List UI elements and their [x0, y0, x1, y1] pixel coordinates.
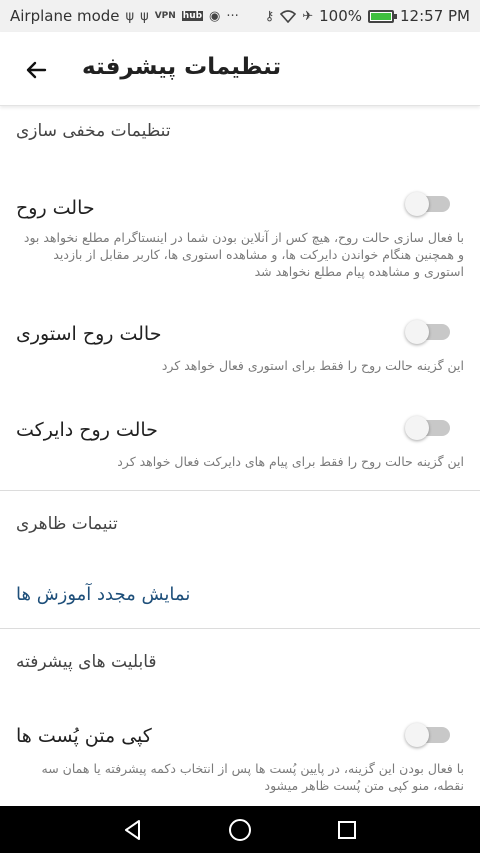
nav-back-icon: [125, 819, 141, 840]
arrow-back-icon: [26, 61, 47, 79]
nav-home-icon: [228, 818, 251, 841]
section-divider: [0, 490, 480, 491]
nav-home-button[interactable]: [220, 810, 260, 850]
notification-icon: ◉: [209, 8, 221, 24]
nav-back-button[interactable]: [113, 810, 153, 850]
app-toolbar: تنظیمات پیشرفته: [0, 32, 480, 106]
key-icon: ⚷: [264, 8, 275, 24]
usb-icon: ψ: [140, 8, 149, 24]
section-header-advanced: قابلیت های پیشرفته: [16, 652, 157, 672]
section-header-hide: تنظیمات مخفی سازی: [16, 121, 171, 141]
show-tutorials-again-link[interactable]: نمایش مجدد آموزش ها: [16, 584, 190, 605]
setting-description: با فعال سازی حالت روح، هیچ کس از آنلاین …: [23, 230, 464, 279]
setting-title: حالت روح: [16, 197, 95, 219]
setting-title: کپی متن پُست ها: [16, 725, 152, 747]
usb-icon: ψ: [125, 8, 135, 24]
vpn-icon: VPN: [154, 11, 176, 21]
page-title: تنظیمات پیشرفته: [82, 54, 282, 80]
setting-description: با فعال بودن این گزینه، در پایین پُست ها…: [41, 761, 464, 793]
status-left: Airplane mode ψ ψ VPN hub ◉ ···: [10, 7, 239, 25]
airplane-icon: ✈: [302, 8, 314, 24]
switch-knob: [405, 723, 429, 747]
status-bar: Airplane mode ψ ψ VPN hub ◉ ··· ⚷ ✈ 100%…: [0, 0, 480, 32]
more-icon: ···: [226, 8, 239, 24]
story-ghost-mode-switch[interactable]: [405, 320, 450, 344]
system-nav-bar: [0, 806, 480, 853]
setting-title: حالت روح دایرکت: [16, 419, 158, 441]
wifi-icon: [280, 10, 297, 23]
section-header-appearance: تنیمات ظاهری: [16, 514, 118, 534]
setting-description: این گزینه حالت روح را فقط برای استوری فع…: [161, 358, 464, 373]
ghost-mode-switch[interactable]: [405, 192, 450, 216]
battery-percent: 100%: [319, 7, 363, 25]
copy-post-text-switch[interactable]: [405, 723, 450, 747]
back-button[interactable]: [18, 52, 54, 88]
clock: 12:57 PM: [400, 7, 470, 25]
section-divider: [0, 628, 480, 629]
setting-description: این گزینه حالت روح را فقط برای پیام های …: [117, 454, 464, 469]
direct-ghost-mode-switch[interactable]: [405, 416, 450, 440]
airplane-mode-label: Airplane mode: [10, 7, 120, 25]
switch-knob: [405, 320, 429, 344]
hub-icon: hub: [181, 11, 204, 21]
setting-title: حالت روح استوری: [16, 323, 162, 345]
settings-list[interactable]: تنظیمات مخفی سازی حالت روح با فعال سازی …: [0, 107, 480, 807]
nav-recents-icon: [337, 820, 356, 839]
switch-knob: [405, 192, 429, 216]
battery-level-fill: [371, 12, 392, 20]
battery-icon: [368, 9, 398, 23]
status-right: ⚷ ✈ 100% 12:57 PM: [265, 7, 470, 25]
nav-recents-button[interactable]: [327, 810, 367, 850]
switch-knob: [405, 416, 429, 440]
